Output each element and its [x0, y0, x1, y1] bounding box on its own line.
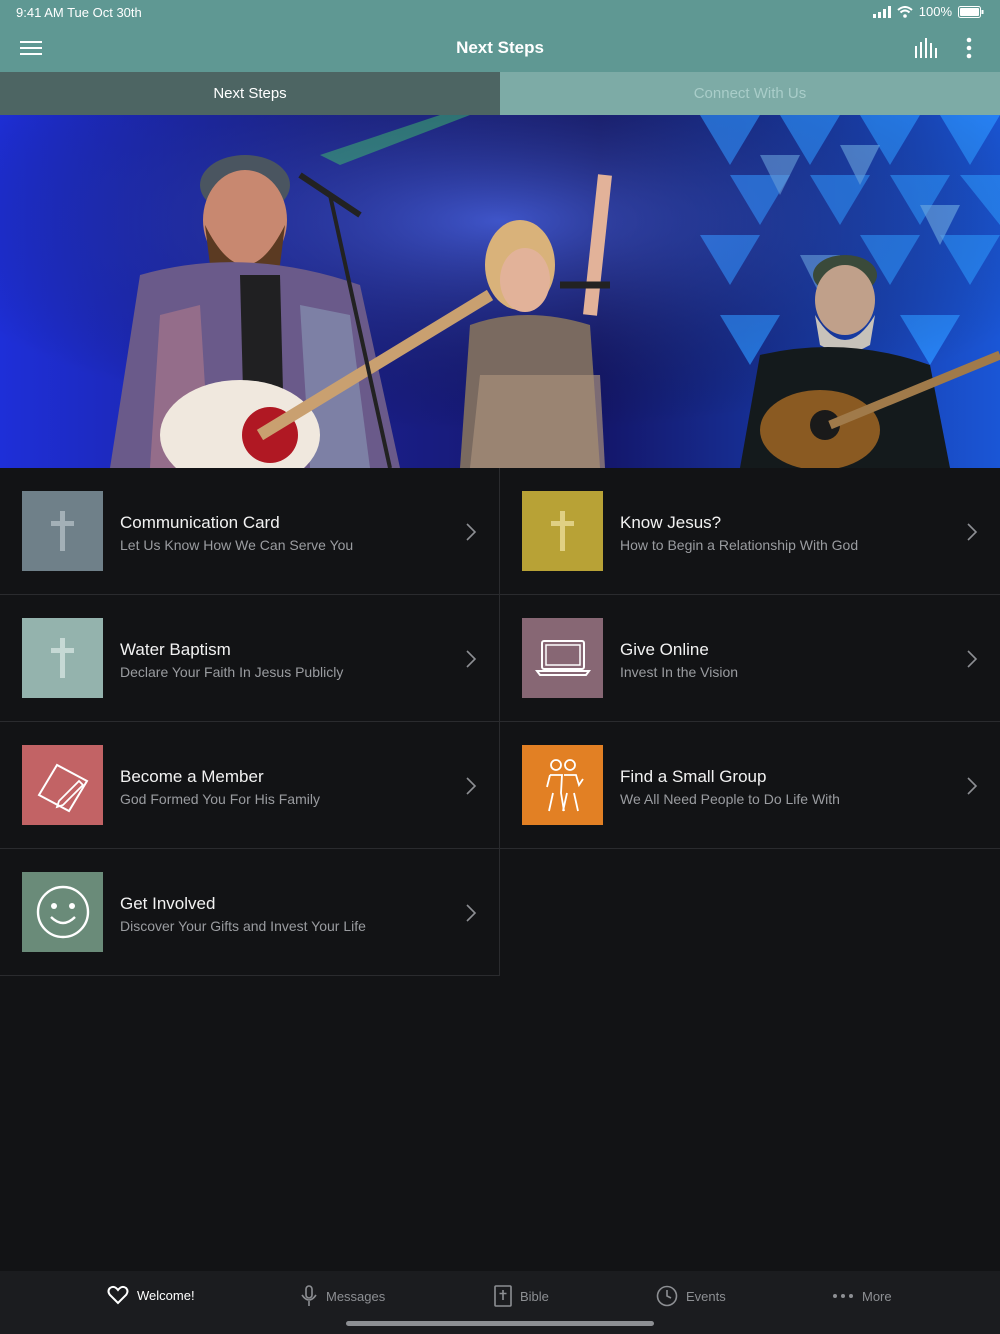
chevron-right-icon: [466, 650, 477, 668]
cross-icon: [50, 638, 74, 678]
heart-icon: [107, 1285, 129, 1305]
chevron-right-icon: [967, 650, 978, 668]
tab-events[interactable]: Events: [656, 1285, 726, 1307]
item-subtitle: Let Us Know How We Can Serve You: [120, 537, 354, 553]
tab-more[interactable]: More: [832, 1285, 892, 1307]
microphone-icon: [301, 1285, 317, 1306]
tile: [522, 745, 603, 825]
audio-bars-icon[interactable]: [914, 38, 938, 58]
segmented-tabs: Next Steps Connect With Us: [0, 72, 1000, 115]
item-subtitle: God Formed You For His Family: [120, 791, 320, 807]
page-title: Next Steps: [456, 38, 544, 57]
item-title: Become a Member: [120, 767, 264, 786]
item-subtitle: We All Need People to Do Life With: [620, 791, 840, 807]
tab-next-steps[interactable]: Next Steps: [0, 72, 500, 115]
cross-icon: [550, 511, 574, 551]
chevron-right-icon: [466, 777, 477, 795]
tab-bible[interactable]: Bible: [494, 1285, 549, 1307]
chevron-right-icon: [466, 904, 477, 922]
item-subtitle: Declare Your Faith In Jesus Publicly: [120, 664, 344, 680]
bible-icon: [494, 1285, 512, 1307]
people-icon: [545, 759, 584, 812]
laptop-icon: [534, 640, 591, 676]
tab-label: More: [862, 1288, 892, 1304]
list-item-get-involved[interactable]: Get Involved Discover Your Gifts and Inve…: [0, 849, 500, 976]
item-title: Water Baptism: [120, 640, 231, 659]
list-item-small-group[interactable]: Find a Small Group We All Need People to …: [500, 722, 1000, 849]
nav-bar: Next Steps: [0, 24, 1000, 72]
chevron-right-icon: [967, 523, 978, 541]
tab-messages[interactable]: Messages: [300, 1285, 385, 1307]
more-dots-icon: [833, 1294, 853, 1298]
smiley-icon: [36, 885, 89, 939]
tab-label: Bible: [520, 1288, 549, 1304]
item-title: Give Online: [620, 640, 709, 659]
tile: [22, 745, 103, 825]
home-indicator: [346, 1321, 654, 1326]
item-subtitle: Invest In the Vision: [620, 664, 739, 680]
clock-icon: [656, 1285, 678, 1307]
tab-connect-with-us[interactable]: Connect With Us: [500, 72, 1000, 115]
item-title: Get Involved: [120, 894, 216, 913]
item-title: Communication Card: [120, 513, 280, 532]
list-item-water-baptism[interactable]: Water Baptism Declare Your Faith In Jesus…: [0, 595, 500, 722]
tab-label: Events: [686, 1288, 726, 1304]
item-subtitle: How to Begin a Relationship With God: [620, 537, 859, 553]
item-subtitle: Discover Your Gifts and Invest Your Life: [120, 918, 366, 934]
battery-icon: [958, 5, 984, 18]
more-options-icon[interactable]: [960, 36, 978, 60]
hero-image: [0, 115, 1000, 468]
tile: [522, 618, 603, 698]
signal-icon: [872, 5, 891, 18]
tile: [22, 491, 103, 571]
item-title: Know Jesus?: [620, 513, 722, 532]
list-item-give-online[interactable]: Give Online Invest In the Vision: [500, 595, 1000, 722]
cross-icon: [50, 511, 74, 551]
tab-welcome[interactable]: Welcome!: [107, 1285, 195, 1305]
tab-label: Messages: [326, 1288, 386, 1304]
status-bar: 9:41 AM Tue Oct 30th 100%: [0, 0, 1000, 24]
wifi-icon: [897, 5, 913, 18]
list-item-know-jesus[interactable]: Know Jesus? How to Begin a Relationship W…: [500, 468, 1000, 595]
list-item-communication-card[interactable]: Communication Card Let Us Know How We Can…: [0, 468, 500, 595]
list-item-become-member[interactable]: Become a Member God Formed You For His Fa…: [0, 722, 500, 849]
pen-paper-icon: [37, 763, 88, 813]
tile: [22, 618, 103, 698]
tab-label: Welcome!: [137, 1287, 195, 1303]
item-title: Find a Small Group: [620, 767, 767, 786]
chevron-right-icon: [967, 777, 978, 795]
battery-percent: 100%: [918, 4, 952, 19]
tile: [22, 872, 103, 952]
status-time: 9:41 AM Tue Oct 30th: [16, 5, 142, 20]
chevron-right-icon: [466, 523, 477, 541]
tile: [522, 491, 603, 571]
